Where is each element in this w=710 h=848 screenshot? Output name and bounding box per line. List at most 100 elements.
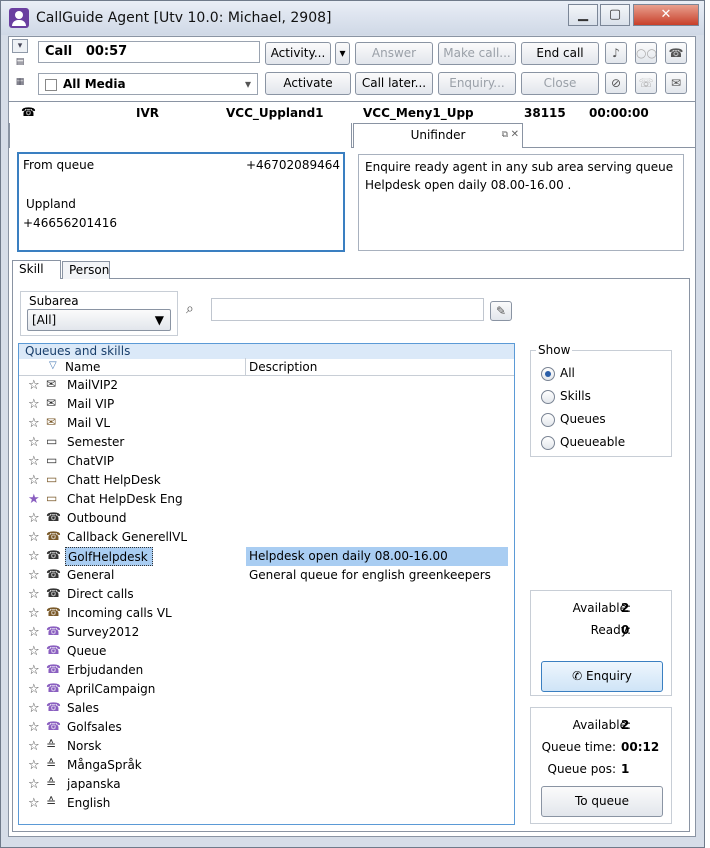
- activity-button[interactable]: Activity...: [265, 42, 331, 65]
- table-row[interactable]: ★ ▭ Chat HelpDesk Eng: [19, 490, 514, 509]
- table-row[interactable]: ☆ ✉ Mail VL: [19, 414, 514, 433]
- table-row[interactable]: ☆ ☎ Callback GenerellVL: [19, 528, 514, 547]
- table-row[interactable]: ☆ ▭ Chatt HelpDesk: [19, 471, 514, 490]
- show-radio-skills[interactable]: [541, 390, 555, 404]
- list-title: Queues and skills: [19, 344, 514, 359]
- favorite-star-icon[interactable]: ☆: [28, 509, 40, 528]
- favorite-star-icon[interactable]: ☆: [28, 433, 40, 452]
- chat-icon[interactable]: ✉: [665, 72, 687, 94]
- sort-icon[interactable]: ▽: [49, 360, 57, 371]
- favorite-star-icon[interactable]: ☆: [28, 623, 40, 642]
- favorite-star-icon[interactable]: ☆: [28, 452, 40, 471]
- float-icon[interactable]: ⧉: [502, 124, 508, 146]
- row-description: [246, 395, 508, 414]
- chat-icon: ▭: [46, 434, 58, 448]
- mute-icon[interactable]: ⊘: [605, 72, 627, 94]
- table-row[interactable]: ☆ ≙ MångaSpråk: [19, 756, 514, 775]
- tab-person[interactable]: Person: [62, 261, 110, 279]
- favorite-star-icon[interactable]: ☆: [28, 395, 40, 414]
- call-later-button[interactable]: Call later...: [355, 72, 433, 95]
- row-description: [246, 661, 508, 680]
- show-radio-all[interactable]: [541, 367, 555, 381]
- favorite-star-icon[interactable]: ★: [28, 490, 40, 509]
- show-option-label[interactable]: All: [560, 366, 575, 380]
- table-row[interactable]: ☆ ≙ japanska: [19, 775, 514, 794]
- tab-skill[interactable]: Skill: [12, 260, 61, 279]
- table-row[interactable]: ☆ ☎ Incoming calls VL: [19, 604, 514, 623]
- table-row[interactable]: ☆ ✉ MailVIP2: [19, 376, 514, 395]
- collapse-toggle-icon[interactable]: ▾: [12, 39, 28, 53]
- music-note-icon[interactable]: ♪: [605, 42, 627, 64]
- table-row[interactable]: ☆ ☎ AprilCampaign: [19, 680, 514, 699]
- table-row[interactable]: ☆ ≙ English: [19, 794, 514, 813]
- table-row[interactable]: ☆ ☎ GolfHelpdesk Helpdesk open daily 08.00-…: [19, 547, 514, 566]
- table-row[interactable]: ☆ ☎ Direct calls: [19, 585, 514, 604]
- show-option-label[interactable]: Queueable: [560, 435, 625, 449]
- minimize-button[interactable]: ▁: [568, 4, 598, 26]
- favorite-star-icon[interactable]: ☆: [28, 718, 40, 737]
- activate-button[interactable]: Activate: [265, 72, 351, 95]
- show-option-label[interactable]: Queues: [560, 412, 606, 426]
- favorite-star-icon[interactable]: ☆: [28, 528, 40, 547]
- enquiry-toolbar-button[interactable]: Enquiry...: [438, 72, 516, 95]
- table-row[interactable]: ☆ ▭ Semester: [19, 433, 514, 452]
- favorite-star-icon[interactable]: ☆: [28, 775, 40, 794]
- favorite-star-icon[interactable]: ☆: [28, 585, 40, 604]
- table-row[interactable]: ☆ ☎ Queue: [19, 642, 514, 661]
- row-description: General queue for english greenkeepers: [249, 568, 491, 582]
- table-row[interactable]: ☆ ☎ Golfsales: [19, 718, 514, 737]
- table-row[interactable]: ☆ ☎ General General queue for english green…: [19, 566, 514, 585]
- show-radio-queueable[interactable]: [541, 436, 555, 450]
- tab-unifinder[interactable]: Unifinder ⧉ ✕: [353, 123, 523, 148]
- col-name[interactable]: Name: [65, 360, 100, 374]
- close-tab-icon[interactable]: ✕: [511, 124, 519, 146]
- phone-group-icon[interactable]: ☎: [665, 42, 687, 64]
- activity-dropdown-icon[interactable]: ▾: [335, 42, 350, 65]
- tab-empty[interactable]: [9, 123, 352, 148]
- end-call-button[interactable]: End call: [521, 42, 599, 65]
- favorite-star-icon[interactable]: ☆: [28, 471, 40, 490]
- favorite-star-icon[interactable]: ☆: [28, 414, 40, 433]
- row-name: GolfHelpdesk: [65, 547, 153, 566]
- phone-group-icon: ☎: [46, 529, 61, 543]
- answer-button[interactable]: Answer: [355, 42, 433, 65]
- mail-group-icon: ✉: [46, 415, 57, 429]
- table-row[interactable]: ☆ ▭ ChatVIP: [19, 452, 514, 471]
- phone-transfer-icon[interactable]: ☏: [635, 72, 657, 94]
- favorite-star-icon[interactable]: ☆: [28, 680, 40, 699]
- title-bar[interactable]: CallGuide Agent [Utv 10.0: Michael, 2908…: [1, 1, 704, 35]
- favorite-star-icon[interactable]: ☆: [28, 566, 40, 585]
- search-input[interactable]: [211, 298, 484, 321]
- to-queue-button[interactable]: To queue: [541, 786, 663, 817]
- clear-search-icon[interactable]: ✎: [490, 301, 512, 321]
- close-window-button[interactable]: ✕: [633, 4, 699, 26]
- favorite-star-icon[interactable]: ☆: [28, 737, 40, 756]
- table-row[interactable]: ☆ ☎ Erbjudanden: [19, 661, 514, 680]
- show-radio-queues[interactable]: [541, 413, 555, 427]
- voicemail-icon[interactable]: ○○: [635, 42, 657, 64]
- subarea-select[interactable]: [All] ▼: [27, 309, 171, 331]
- table-row[interactable]: ☆ ☎ Survey2012: [19, 623, 514, 642]
- enquiry-button-label: Enquiry: [586, 669, 632, 683]
- maximize-button[interactable]: ▢: [600, 4, 630, 26]
- favorite-star-icon[interactable]: ☆: [28, 642, 40, 661]
- media-panel-icon[interactable]: ▦: [12, 76, 28, 90]
- table-row[interactable]: ☆ ☎ Sales: [19, 699, 514, 718]
- table-row[interactable]: ☆ ✉ Mail VIP: [19, 395, 514, 414]
- col-description[interactable]: Description: [249, 360, 317, 374]
- favorite-star-icon[interactable]: ☆: [28, 661, 40, 680]
- media-select[interactable]: All Media ▾: [38, 73, 258, 95]
- table-row[interactable]: ☆ ≙ Norsk: [19, 737, 514, 756]
- enquiry-button[interactable]: ✆ Enquiry: [541, 661, 663, 692]
- favorite-star-icon[interactable]: ☆: [28, 756, 40, 775]
- favorite-star-icon[interactable]: ☆: [28, 794, 40, 813]
- favorite-star-icon[interactable]: ☆: [28, 376, 40, 395]
- favorite-star-icon[interactable]: ☆: [28, 547, 40, 566]
- show-option-label[interactable]: Skills: [560, 389, 591, 403]
- favorite-star-icon[interactable]: ☆: [28, 604, 40, 623]
- make-call-button[interactable]: Make call...: [438, 42, 516, 65]
- close-button[interactable]: Close: [521, 72, 599, 95]
- favorite-star-icon[interactable]: ☆: [28, 699, 40, 718]
- table-row[interactable]: ☆ ☎ Outbound: [19, 509, 514, 528]
- contacts-panel-icon[interactable]: ▤: [12, 56, 28, 70]
